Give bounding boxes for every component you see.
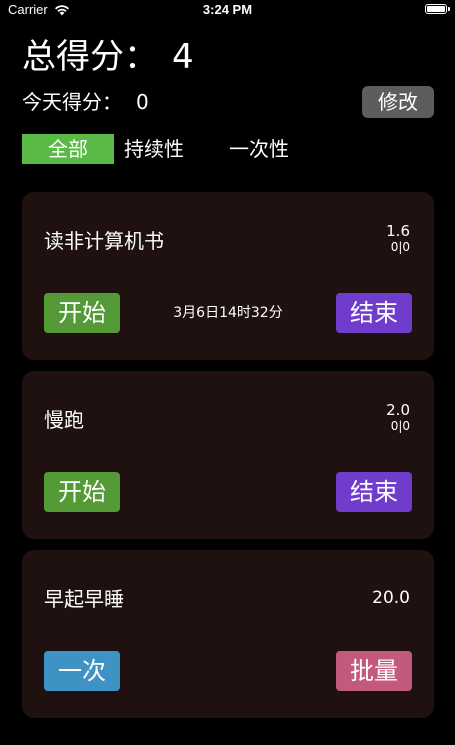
today-score-value: 0 [136, 90, 149, 114]
task-card: 慢跑 2.0 0|0 开始 结束 [22, 371, 434, 539]
finish-button[interactable]: 结束 [336, 472, 412, 512]
once-button[interactable]: 一次 [44, 651, 120, 691]
total-score-label: 总得分： [22, 37, 158, 77]
task-name: 慢跑 [44, 408, 84, 432]
task-name: 读非计算机书 [44, 229, 164, 253]
total-score-value: 4 [172, 37, 194, 77]
status-time: 3:24 PM [202, 2, 253, 17]
tab-all[interactable]: 全部 [22, 134, 114, 164]
battery-icon [425, 4, 450, 14]
task-count: 0|0 [390, 240, 410, 254]
task-card: 读非计算机书 1.6 0|0 开始 3月6日14时32分 结束 [22, 192, 434, 360]
task-score: 1.6 [386, 222, 410, 240]
task-score: 2.0 [386, 401, 410, 419]
task-count: 0|0 [390, 419, 410, 433]
tab-continuous[interactable]: 持续性 [124, 134, 184, 164]
task-card: 早起早睡 20.0 一次 批量 [22, 550, 434, 718]
start-button[interactable]: 开始 [44, 472, 120, 512]
status-bar: Carrier 3:24 PM [0, 0, 455, 20]
task-name: 早起早睡 [44, 587, 124, 611]
today-score-label: 今天得分： [22, 90, 122, 114]
battery-level [427, 6, 445, 12]
tab-one-time[interactable]: 一次性 [229, 134, 289, 164]
total-score: 总得分： 4 [22, 34, 194, 80]
batch-button[interactable]: 批量 [336, 651, 412, 691]
edit-button[interactable]: 修改 [362, 86, 434, 118]
today-score: 今天得分： 0 [22, 88, 149, 116]
finish-button[interactable]: 结束 [336, 293, 412, 333]
task-score: 20.0 [372, 588, 410, 608]
